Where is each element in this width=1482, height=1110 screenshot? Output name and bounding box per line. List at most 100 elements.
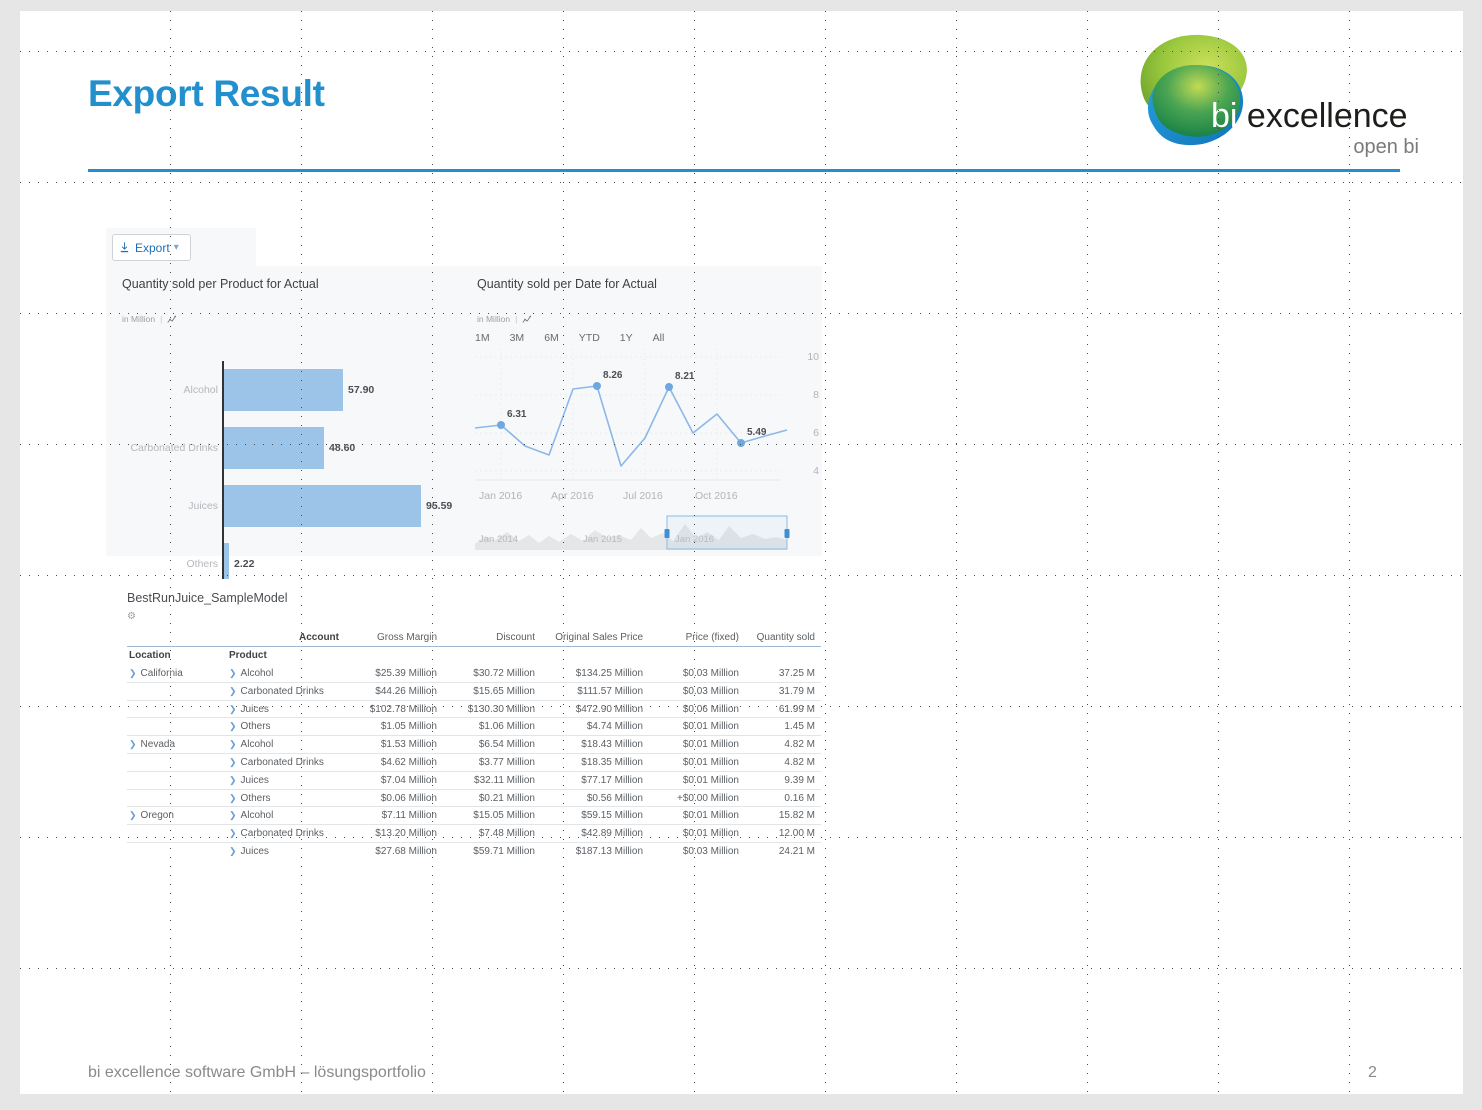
cell-measure-4[interactable]: 4.82 M	[745, 735, 821, 755]
cell-product[interactable]: ❯ Carbonated Drinks	[227, 824, 345, 844]
cell-measure-2[interactable]: $0.56 Million	[541, 789, 649, 808]
bar-segment[interactable]	[224, 427, 324, 469]
cell-measure-0[interactable]: $7.04 Million	[345, 771, 443, 790]
cell-product[interactable]: ❯ Carbonated Drinks	[227, 682, 345, 701]
cell-product[interactable]: ❯ Juices	[227, 842, 345, 856]
cell-measure-0[interactable]: $44.26 Million	[345, 682, 443, 701]
cell-location[interactable]: ❯ California	[127, 664, 227, 683]
cell-measure-0[interactable]: $7.11 Million	[345, 806, 443, 826]
cell-product[interactable]: ❯ Juices	[227, 771, 345, 790]
cell-measure-3[interactable]: $0.03 Million	[649, 842, 745, 856]
cell-measure-0[interactable]: $1.05 Million	[345, 717, 443, 737]
table-row[interactable]: ❯ Carbonated Drinks $44.26 Million $15.65 M…	[127, 682, 821, 701]
cell-measure-2[interactable]: $4.74 Million	[541, 717, 649, 737]
range-button-all[interactable]: All	[653, 332, 665, 344]
time-navigator[interactable]	[475, 514, 795, 550]
cell-measure-1[interactable]: $3.77 Million	[443, 753, 541, 772]
cell-measure-3[interactable]: $0.01 Million	[649, 735, 745, 755]
cell-measure-3[interactable]: $0.01 Million	[649, 753, 745, 772]
cell-measure-3[interactable]: $0.01 Million	[649, 717, 745, 737]
expand-caret-icon[interactable]: ❯	[229, 810, 237, 820]
header-original-sales-price[interactable]: Original Sales Price	[541, 629, 649, 648]
cell-measure-4[interactable]: 4.82 M	[745, 753, 821, 772]
expand-caret-icon[interactable]: ❯	[229, 775, 237, 785]
cell-measure-2[interactable]: $77.17 Million	[541, 771, 649, 790]
expand-caret-icon[interactable]: ❯	[229, 739, 237, 749]
range-button-3m[interactable]: 3M	[510, 332, 525, 344]
cell-measure-2[interactable]: $111.57 Million	[541, 682, 649, 701]
cell-location[interactable]: ❯ Nevada	[127, 735, 227, 755]
expand-caret-icon[interactable]: ❯	[229, 757, 237, 767]
cell-product[interactable]: ❯ Alcohol	[227, 735, 345, 755]
chart-type-icon[interactable]	[167, 315, 177, 324]
bar-segment[interactable]	[224, 369, 343, 411]
cell-location[interactable]	[127, 682, 227, 701]
bar-segment[interactable]	[224, 485, 421, 527]
table-row[interactable]: ❯ Others $1.05 Million $1.06 Million $4.74 M…	[127, 717, 821, 737]
table-row[interactable]: ❯ Carbonated Drinks $4.62 Million $3.77 Mil…	[127, 753, 821, 772]
gear-icon[interactable]: ⚙	[127, 611, 136, 622]
cell-measure-1[interactable]: $15.65 Million	[443, 682, 541, 701]
bar-row[interactable]: Carbonated Drinks 48.60	[130, 419, 454, 477]
expand-caret-icon[interactable]: ❯	[129, 739, 137, 749]
cell-measure-0[interactable]: $0.06 Million	[345, 789, 443, 808]
cell-measure-2[interactable]: $134.25 Million	[541, 664, 649, 683]
cell-location[interactable]	[127, 842, 227, 856]
expand-caret-icon[interactable]: ❯	[229, 828, 237, 838]
cell-measure-0[interactable]: $1.53 Million	[345, 735, 443, 755]
cell-measure-1[interactable]: $0.21 Million	[443, 789, 541, 808]
table-row[interactable]: ❯ Carbonated Drinks $13.20 Million $7.48 Mi…	[127, 824, 821, 844]
cell-location[interactable]	[127, 771, 227, 790]
expand-caret-icon[interactable]: ❯	[229, 686, 237, 696]
cell-measure-2[interactable]: $18.35 Million	[541, 753, 649, 772]
cell-product[interactable]: ❯ Carbonated Drinks	[227, 753, 345, 772]
cell-measure-3[interactable]: $0.06 Million	[649, 700, 745, 719]
cell-measure-4[interactable]: 15.82 M	[745, 806, 821, 826]
expand-caret-icon[interactable]: ❯	[229, 668, 237, 678]
range-button-1m[interactable]: 1M	[475, 332, 490, 344]
cell-product[interactable]: ❯ Others	[227, 789, 345, 808]
table-row[interactable]: ❯ California ❯ Alcohol $25.39 Million $30.72 …	[127, 664, 821, 683]
cell-measure-0[interactable]: $27.68 Million	[345, 842, 443, 856]
cell-location[interactable]	[127, 824, 227, 844]
cell-measure-0[interactable]: $25.39 Million	[345, 664, 443, 683]
table-row[interactable]: ❯ Oregon ❯ Alcohol $7.11 Million $15.05 Milli…	[127, 806, 821, 826]
cell-location[interactable]	[127, 717, 227, 737]
expand-caret-icon[interactable]: ❯	[229, 704, 237, 714]
range-button-6m[interactable]: 6M	[544, 332, 559, 344]
cell-location[interactable]: ❯ Oregon	[127, 806, 227, 826]
cell-measure-3[interactable]: $0.03 Million	[649, 664, 745, 683]
cell-measure-1[interactable]: $1.06 Million	[443, 717, 541, 737]
cell-measure-4[interactable]: 1.45 M	[745, 717, 821, 737]
cell-measure-1[interactable]: $32.11 Million	[443, 771, 541, 790]
cell-measure-1[interactable]: $59.71 Million	[443, 842, 541, 856]
cell-measure-3[interactable]: $0.03 Million	[649, 682, 745, 701]
bar-row[interactable]: Juices 95.59	[188, 477, 454, 535]
cell-measure-2[interactable]: $59.15 Million	[541, 806, 649, 826]
cell-measure-2[interactable]: $187.13 Million	[541, 842, 649, 856]
bar-row[interactable]: Alcohol 57.90	[184, 361, 454, 419]
cell-measure-4[interactable]: 31.79 M	[745, 682, 821, 701]
cell-measure-0[interactable]: $13.20 Million	[345, 824, 443, 844]
cell-measure-1[interactable]: $130.30 Million	[443, 700, 541, 719]
cell-measure-3[interactable]: +$0.00 Million	[649, 789, 745, 808]
header-discount[interactable]: Discount	[443, 629, 541, 648]
cell-location[interactable]	[127, 753, 227, 772]
cell-location[interactable]	[127, 789, 227, 808]
cell-measure-4[interactable]: 37.25 M	[745, 664, 821, 683]
cell-product[interactable]: ❯ Alcohol	[227, 806, 345, 826]
header-account[interactable]: Account	[227, 629, 345, 648]
cell-product[interactable]: ❯ Alcohol	[227, 664, 345, 683]
cell-measure-0[interactable]: $102.78 Million	[345, 700, 443, 719]
range-button-ytd[interactable]: YTD	[579, 332, 600, 344]
cell-measure-2[interactable]: $42.89 Million	[541, 824, 649, 844]
table-row[interactable]: ❯ Others $0.06 Million $0.21 Million $0.56 M…	[127, 789, 821, 808]
cell-measure-0[interactable]: $4.62 Million	[345, 753, 443, 772]
table-row[interactable]: ❯ Juices $7.04 Million $32.11 Million $77.17…	[127, 771, 821, 790]
cell-measure-1[interactable]: $15.05 Million	[443, 806, 541, 826]
cell-measure-1[interactable]: $30.72 Million	[443, 664, 541, 683]
table-row[interactable]: ❯ Juices $27.68 Million $59.71 Million $187.…	[127, 842, 821, 856]
header-quantity-sold[interactable]: Quantity sold	[745, 629, 821, 648]
cell-measure-4[interactable]: 12.00 M	[745, 824, 821, 844]
cell-measure-2[interactable]: $472.90 Million	[541, 700, 649, 719]
